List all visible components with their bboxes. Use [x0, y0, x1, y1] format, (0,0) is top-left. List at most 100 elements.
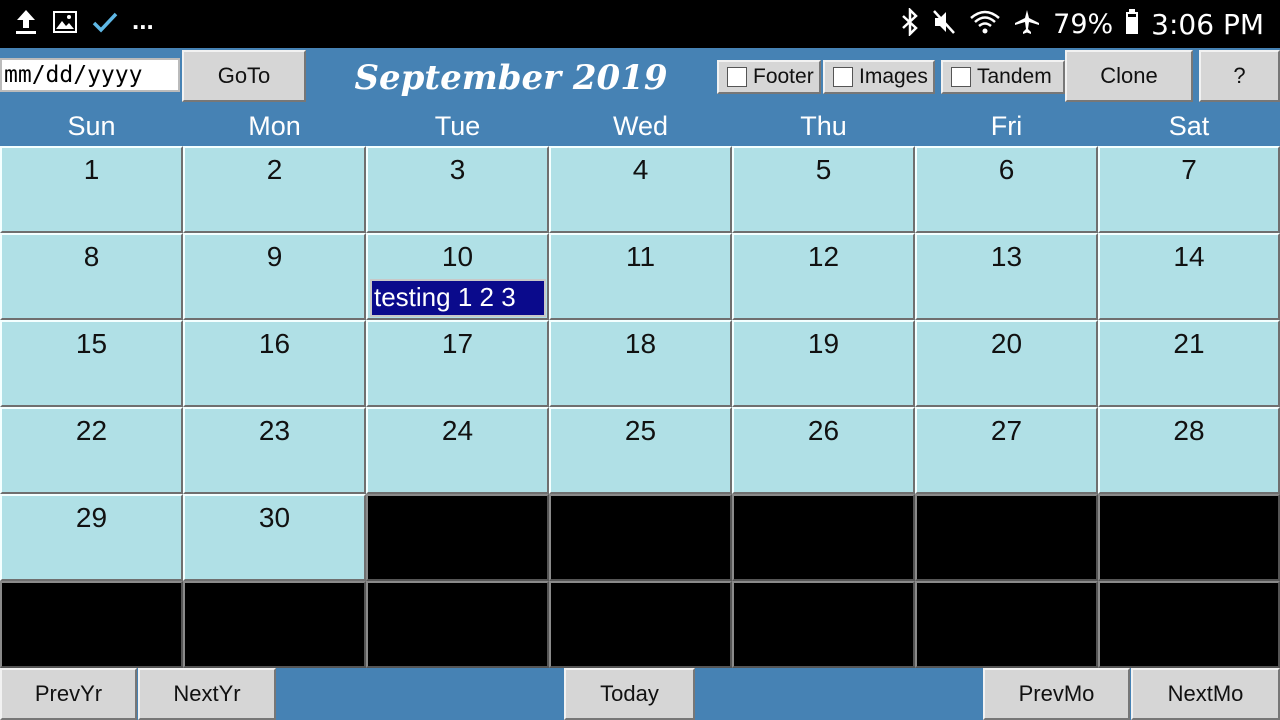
- day-cell[interactable]: 28: [1098, 407, 1280, 494]
- day-number: 4: [632, 154, 649, 185]
- footer-checkbox-label: Footer: [753, 65, 814, 88]
- mute-icon: [931, 8, 957, 41]
- day-cell[interactable]: 2: [183, 146, 366, 233]
- weekday-fri: Fri: [990, 111, 1023, 141]
- empty-day-cell: [1098, 494, 1280, 581]
- day-cell[interactable]: 14: [1098, 233, 1280, 320]
- day-cell[interactable]: 21: [1098, 320, 1280, 407]
- day-cell[interactable]: 25: [549, 407, 732, 494]
- day-cell[interactable]: 30: [183, 494, 366, 581]
- prev-year-button[interactable]: PrevYr: [0, 668, 137, 720]
- day-number: 18: [624, 328, 657, 359]
- day-cell[interactable]: 22: [0, 407, 183, 494]
- footer-checkbox[interactable]: Footer: [717, 60, 821, 94]
- day-number: 3: [449, 154, 466, 185]
- day-cell[interactable]: 17: [366, 320, 549, 407]
- day-number: 9: [266, 241, 283, 272]
- day-number: 5: [815, 154, 832, 185]
- day-cell[interactable]: 1: [0, 146, 183, 233]
- bluetooth-icon: [901, 6, 919, 41]
- images-checkbox[interactable]: Images: [823, 60, 935, 94]
- day-number: 16: [258, 328, 291, 359]
- day-cell[interactable]: 8: [0, 233, 183, 320]
- day-cell[interactable]: 19: [732, 320, 915, 407]
- weekday-wed: Wed: [612, 111, 669, 141]
- battery-icon: [1125, 8, 1139, 41]
- day-number: 24: [441, 415, 474, 446]
- day-number: 17: [441, 328, 474, 359]
- day-cell[interactable]: 16: [183, 320, 366, 407]
- day-cell[interactable]: 10 testing 1 2 3: [366, 233, 549, 320]
- weekday-thu: Thu: [800, 111, 847, 141]
- day-cell[interactable]: 12: [732, 233, 915, 320]
- day-cell[interactable]: 26: [732, 407, 915, 494]
- clone-button[interactable]: Clone: [1065, 50, 1193, 102]
- day-number: 30: [258, 502, 291, 533]
- day-number: 25: [624, 415, 657, 446]
- day-cell[interactable]: 6: [915, 146, 1098, 233]
- empty-day-cell: [366, 494, 549, 581]
- event-item[interactable]: testing 1 2 3: [370, 279, 546, 317]
- day-number: 29: [75, 502, 108, 533]
- day-cell[interactable]: 20: [915, 320, 1098, 407]
- day-cell[interactable]: 4: [549, 146, 732, 233]
- empty-day-cell: [183, 581, 366, 668]
- upload-icon: [14, 8, 38, 41]
- day-number: 15: [75, 328, 108, 359]
- day-number: 7: [1181, 154, 1197, 185]
- empty-day-cell: [1098, 581, 1280, 668]
- today-button[interactable]: Today: [564, 668, 695, 720]
- toolbar: GoTo September 2019 Footer Images Tandem…: [0, 48, 1280, 106]
- clock: 3:06 PM: [1151, 7, 1264, 41]
- day-cell[interactable]: 15: [0, 320, 183, 407]
- empty-day-cell: [915, 581, 1098, 668]
- day-cell[interactable]: 29: [0, 494, 183, 581]
- day-number: 23: [258, 415, 291, 446]
- image-icon: [52, 9, 78, 40]
- weekday-sat: Sat: [1168, 111, 1210, 141]
- day-cell[interactable]: 7: [1098, 146, 1280, 233]
- day-number: 14: [1173, 241, 1205, 272]
- goto-button[interactable]: GoTo: [182, 50, 306, 102]
- next-year-button[interactable]: NextYr: [138, 668, 276, 720]
- empty-day-cell: [915, 494, 1098, 581]
- day-number: 28: [1173, 415, 1205, 446]
- day-cell[interactable]: 3: [366, 146, 549, 233]
- empty-day-cell: [549, 581, 732, 668]
- day-cell[interactable]: 23: [183, 407, 366, 494]
- day-number: 6: [998, 154, 1015, 185]
- status-bar: ... 79% 3:06 PM: [0, 0, 1280, 48]
- weekday-mon: Mon: [248, 111, 301, 141]
- battery-percent: 79%: [1053, 8, 1114, 40]
- day-number: 1: [83, 154, 100, 185]
- empty-day-cell: [0, 581, 183, 668]
- day-cell[interactable]: 27: [915, 407, 1098, 494]
- tandem-checkbox[interactable]: Tandem: [941, 60, 1065, 94]
- weekday-tue: Tue: [434, 111, 481, 141]
- day-cell[interactable]: 24: [366, 407, 549, 494]
- day-cell[interactable]: 13: [915, 233, 1098, 320]
- date-input[interactable]: [0, 58, 180, 92]
- day-number: 21: [1173, 328, 1205, 359]
- prev-month-button[interactable]: PrevMo: [983, 668, 1130, 720]
- wifi-icon: [969, 8, 1001, 41]
- day-number: 12: [807, 241, 840, 272]
- day-cell[interactable]: 5: [732, 146, 915, 233]
- calendar-grid: 1 2 3 4 5 6 7 8 9 10 testing 1 2 3 11 12 13 14 15 16 17 18…: [0, 146, 1280, 668]
- day-number: 13: [990, 241, 1023, 272]
- month-title: September 2019: [354, 58, 668, 98]
- day-number: 19: [807, 328, 840, 359]
- overflow-indicator: ...: [132, 5, 154, 35]
- day-cell[interactable]: 11: [549, 233, 732, 320]
- weekday-header: Sun Mon Tue Wed Thu Fri Sat: [0, 106, 1280, 146]
- images-checkbox-label: Images: [859, 65, 928, 88]
- day-number: 22: [75, 415, 108, 446]
- day-cell[interactable]: 9: [183, 233, 366, 320]
- day-number: 26: [807, 415, 840, 446]
- day-cell[interactable]: 18: [549, 320, 732, 407]
- checkbox-box: [951, 67, 971, 87]
- next-month-button[interactable]: NextMo: [1131, 668, 1280, 720]
- help-button[interactable]: ?: [1199, 50, 1280, 102]
- day-number: 10: [441, 241, 474, 272]
- checkbox-box: [727, 67, 747, 87]
